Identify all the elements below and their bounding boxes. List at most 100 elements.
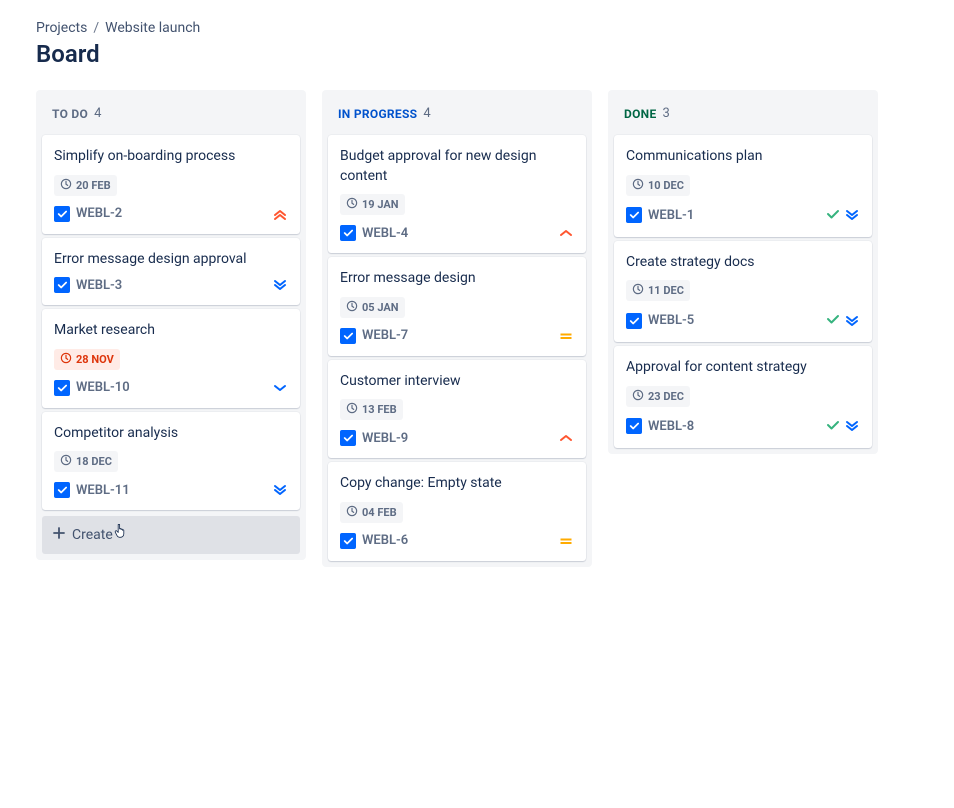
card-footer: WEBL-2: [54, 206, 288, 222]
card[interactable]: Market research 28 NOV WEBL-10: [42, 309, 300, 408]
card-key: WEBL-8: [648, 419, 694, 434]
card-footer: WEBL-5: [626, 311, 860, 330]
create-card-button[interactable]: Create: [42, 516, 300, 554]
card[interactable]: Error message design approval WEBL-3: [42, 238, 300, 306]
task-type-icon: [54, 482, 70, 498]
clock-icon: [346, 505, 358, 520]
card-title: Customer interview: [340, 372, 574, 392]
create-label: Create: [72, 527, 113, 543]
priority-low-icon: [272, 380, 288, 396]
due-date-text: 20 FEB: [76, 179, 111, 192]
card-title: Create strategy docs: [626, 253, 860, 273]
card-meta-left: WEBL-3: [54, 277, 122, 293]
done-check-icon: [826, 311, 840, 330]
card-title: Competitor analysis: [54, 424, 288, 444]
due-date-text: 19 JAN: [362, 198, 399, 211]
card-meta-right: [558, 533, 574, 549]
card-meta-right: [272, 277, 288, 293]
card-key: WEBL-10: [76, 380, 130, 395]
clock-icon: [346, 197, 358, 212]
column-todo: TO DO4Simplify on-boarding process20 FEB…: [36, 90, 306, 560]
card-title: Budget approval for new design content: [340, 147, 574, 186]
clock-icon: [632, 389, 644, 404]
due-date-text: 10 DEC: [648, 179, 684, 192]
column-header[interactable]: DONE3: [614, 96, 872, 131]
card[interactable]: Competitor analysis18 DECWEBL-11: [42, 412, 300, 511]
due-date-text: 05 JAN: [362, 301, 399, 314]
priority-medium-icon: [558, 533, 574, 549]
column-name: TO DO: [52, 107, 88, 121]
column-inprogress: IN PROGRESS4 Budget approval for new desi…: [322, 90, 592, 567]
card-key: WEBL-1: [648, 208, 694, 223]
priority-lowest-icon: [272, 482, 288, 498]
column-count: 3: [663, 106, 670, 121]
card-key: WEBL-2: [76, 206, 122, 221]
card-key: WEBL-11: [76, 483, 130, 498]
card[interactable]: Approval for content strategy 23 DEC WEBL-…: [614, 346, 872, 448]
card-meta-left: WEBL-4: [340, 225, 408, 241]
priority-highest-icon: [272, 206, 288, 222]
card-footer: WEBL-8: [626, 417, 860, 436]
due-date-chip: 23 DEC: [626, 386, 690, 407]
clock-icon: [632, 178, 644, 193]
priority-medium-icon: [558, 328, 574, 344]
priority-lowest-icon: [272, 277, 288, 293]
card-key: WEBL-7: [362, 328, 408, 343]
card-meta-right: [826, 206, 860, 225]
due-date-text: 13 FEB: [362, 403, 397, 416]
priority-high-icon: [558, 225, 574, 241]
card-title: Copy change: Empty state: [340, 474, 574, 494]
card-footer: WEBL-7: [340, 328, 574, 344]
due-date-chip: 28 NOV: [54, 349, 120, 370]
clock-icon: [60, 352, 72, 367]
card-title: Communications plan: [626, 147, 860, 167]
due-date-text: 28 NOV: [76, 353, 114, 366]
card-footer: WEBL-6: [340, 533, 574, 549]
due-date-chip: 11 DEC: [626, 280, 690, 301]
card-meta-right: [826, 417, 860, 436]
task-type-icon: [340, 430, 356, 446]
card[interactable]: Communications plan 10 DEC WEBL-1: [614, 135, 872, 237]
card-meta-left: WEBL-6: [340, 533, 408, 549]
clock-icon: [346, 300, 358, 315]
card[interactable]: Copy change: Empty state 04 FEB WEBL-6: [328, 462, 586, 561]
card-title: Error message design approval: [54, 250, 288, 270]
column-count: 4: [94, 106, 101, 121]
card[interactable]: Simplify on-boarding process20 FEBWEBL-2: [42, 135, 300, 234]
card-key: WEBL-3: [76, 278, 122, 293]
due-date-text: 23 DEC: [648, 390, 684, 403]
card-footer: WEBL-1: [626, 206, 860, 225]
column-header[interactable]: IN PROGRESS4: [328, 96, 586, 131]
column-count: 4: [423, 106, 430, 121]
due-date-chip: 04 FEB: [340, 502, 403, 523]
task-type-icon: [54, 206, 70, 222]
card-meta-right: [558, 225, 574, 241]
card-meta-left: WEBL-8: [626, 418, 694, 434]
due-date-text: 04 FEB: [362, 506, 397, 519]
column-header[interactable]: TO DO 4: [42, 96, 300, 131]
card-footer: WEBL-11: [54, 482, 288, 498]
card-meta-left: WEBL-2: [54, 206, 122, 222]
card-key: WEBL-6: [362, 533, 408, 548]
breadcrumb-project[interactable]: Website launch: [105, 20, 200, 36]
card-title: Market research: [54, 321, 288, 341]
task-type-icon: [340, 533, 356, 549]
card[interactable]: Create strategy docs 11 DEC WEBL-5: [614, 241, 872, 343]
card[interactable]: Budget approval for new design content 19…: [328, 135, 586, 253]
card[interactable]: Customer interview13 FEBWEBL-9: [328, 360, 586, 459]
cursor-pointer-icon: [114, 524, 128, 542]
card[interactable]: Error message design05 JANWEBL-7: [328, 257, 586, 356]
card-meta-left: WEBL-5: [626, 313, 694, 329]
card-key: WEBL-5: [648, 313, 694, 328]
clock-icon: [632, 283, 644, 298]
card-meta-right: [272, 206, 288, 222]
task-type-icon: [340, 225, 356, 241]
clock-icon: [60, 454, 72, 469]
breadcrumb-projects[interactable]: Projects: [36, 20, 87, 36]
breadcrumb: Projects / Website launch: [36, 20, 918, 36]
card-meta-right: [558, 328, 574, 344]
task-type-icon: [54, 277, 70, 293]
card-title: Approval for content strategy: [626, 358, 860, 378]
card-meta-right: [826, 311, 860, 330]
column-done: DONE3 Communications plan 10 DEC WEBL-1 Crea…: [608, 90, 878, 454]
